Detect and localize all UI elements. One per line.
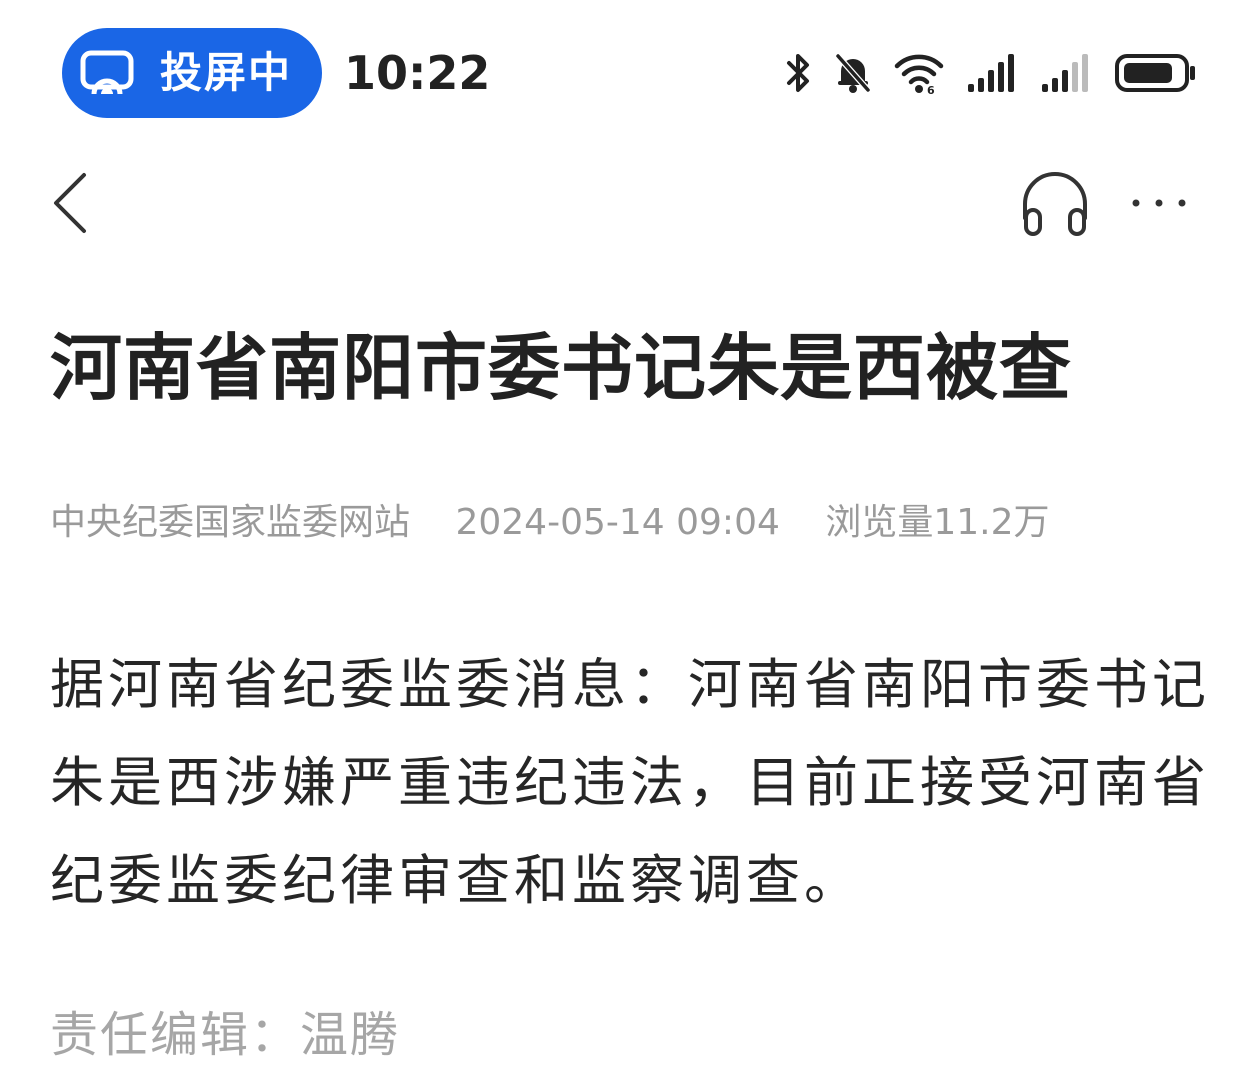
status-bar: 投屏中 10:22 6 [0, 0, 1260, 140]
more-button[interactable] [1124, 180, 1194, 226]
battery-icon [1115, 54, 1195, 92]
article-meta: 中央纪委国家监委网站 2024-05-14 09:04 浏览量11.2万 [50, 496, 1210, 550]
back-icon [54, 173, 86, 233]
signal-icon [968, 54, 1014, 92]
headphones-icon [1023, 172, 1087, 236]
wifi-icon: 6 [894, 54, 944, 94]
bluetooth-icon [787, 54, 809, 92]
cast-label: 投屏中 [160, 48, 293, 97]
signal-icon [1042, 54, 1088, 92]
more-icon [1132, 199, 1186, 207]
article-datetime: 2024-05-14 09:04 [455, 502, 780, 543]
svg-text:6: 6 [927, 84, 935, 94]
back-button[interactable] [40, 165, 104, 241]
mute-icon [835, 54, 871, 93]
status-icons: 6 [786, 48, 1198, 98]
cast-icon [80, 50, 134, 95]
listen-button[interactable] [1018, 168, 1092, 238]
article-title: 河南省南阳市委书记朱是西被查 [50, 326, 1073, 410]
clock: 10:22 [344, 46, 491, 100]
article-body: 据河南省纪委监委消息：河南省南阳市委书记朱是西涉嫌严重违纪违法，目前正接受河南省… [50, 653, 1210, 912]
article-source[interactable]: 中央纪委国家监委网站 [50, 502, 410, 543]
screen-cast-indicator[interactable]: 投屏中 [62, 28, 322, 118]
article-editor: 责任编辑：温腾 [50, 1007, 401, 1063]
article-views: 浏览量11.2万 [825, 502, 1050, 543]
